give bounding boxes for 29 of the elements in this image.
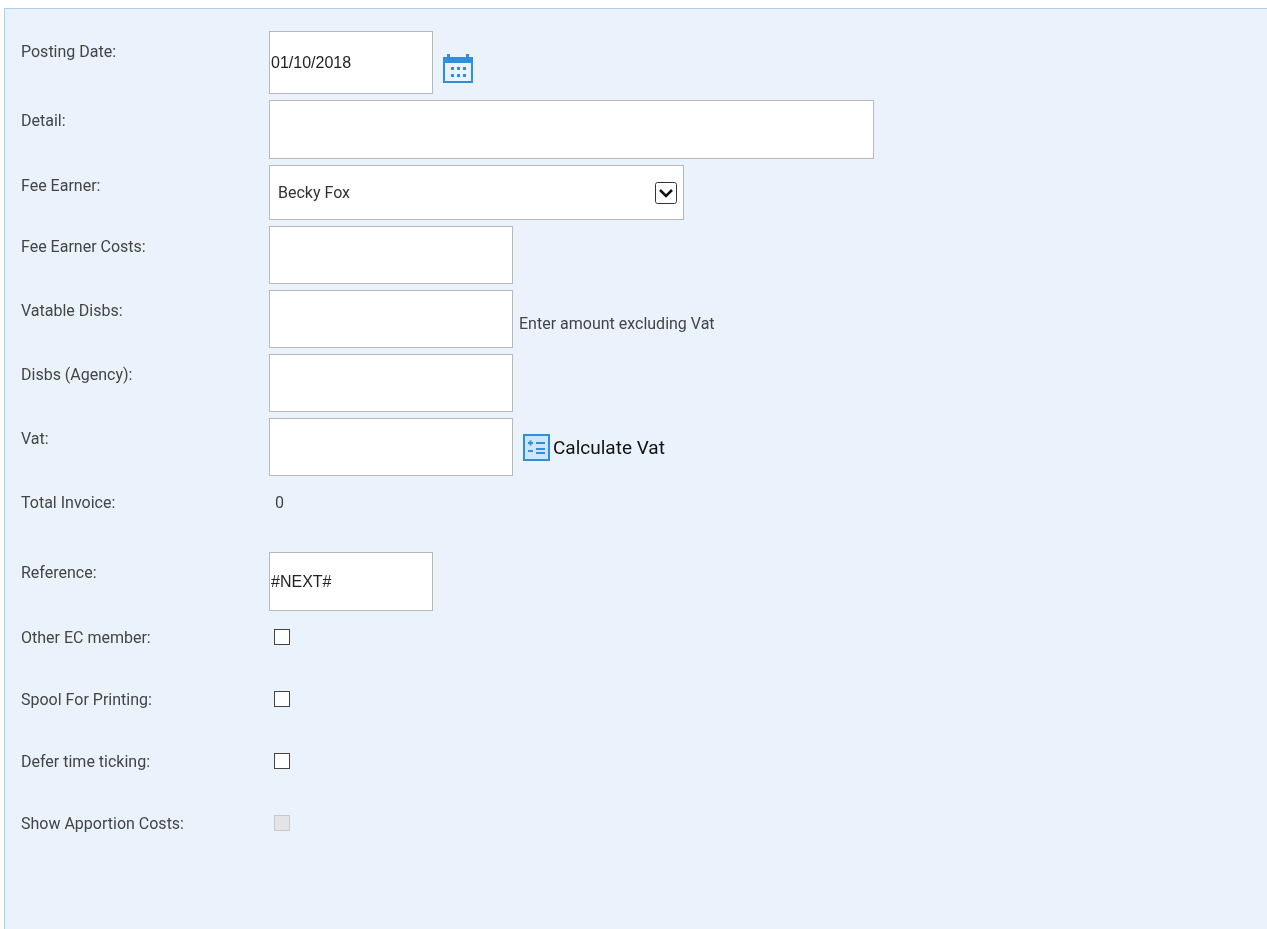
- field-label: Total Invoice:: [21, 492, 117, 514]
- text-field[interactable]: 01/10/2018: [269, 31, 433, 94]
- field-label: Show Apportion Costs:: [21, 813, 185, 835]
- checkbox[interactable]: [274, 629, 290, 645]
- text-field[interactable]: [269, 290, 513, 348]
- field-label: Vatable Disbs:: [21, 300, 124, 322]
- field-label: Detail:: [21, 110, 67, 132]
- text-field[interactable]: [269, 100, 874, 159]
- total-value: 0: [274, 492, 285, 514]
- field-label: Reference:: [21, 562, 98, 584]
- field-label: Defer time ticking:: [21, 751, 152, 773]
- text-field[interactable]: [269, 418, 513, 476]
- chevron-down-icon: [655, 181, 677, 204]
- field-label: Spool For Printing:: [21, 689, 153, 711]
- calculator-icon: [523, 433, 550, 461]
- fee-earner-dropdown[interactable]: Becky Fox: [269, 165, 684, 220]
- text-field[interactable]: [269, 226, 513, 284]
- checkbox[interactable]: [274, 753, 290, 769]
- field-label: Fee Earner Costs:: [21, 236, 147, 258]
- field-label: Vat:: [21, 428, 50, 450]
- field-label: Fee Earner:: [21, 175, 102, 197]
- field-label: Posting Date:: [21, 41, 118, 63]
- text-field[interactable]: [269, 354, 513, 412]
- hint-text: Enter amount excluding Vat: [519, 313, 715, 333]
- field-label: Other EC member:: [21, 627, 152, 649]
- field-label: Disbs (Agency):: [21, 364, 134, 386]
- calculate-link[interactable]: Calculate Vat: [523, 433, 665, 461]
- checkbox[interactable]: [274, 691, 290, 707]
- text-field[interactable]: #NEXT#: [269, 552, 433, 611]
